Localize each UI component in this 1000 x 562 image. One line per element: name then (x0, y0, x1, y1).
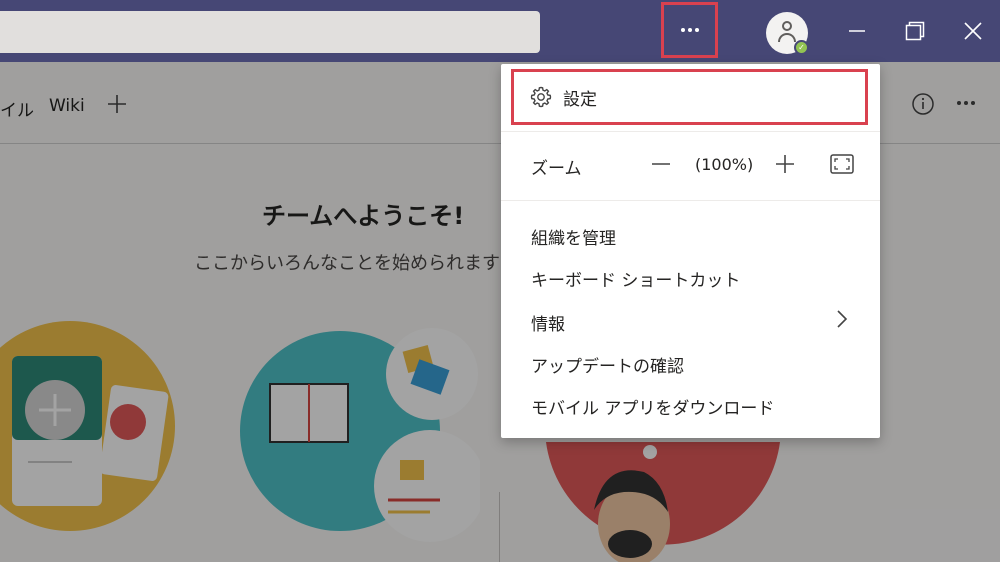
settings-label: 設定 (563, 89, 597, 110)
menu-item-manage-org[interactable]: 組織を管理 (531, 224, 616, 249)
restore-button[interactable] (898, 14, 932, 48)
menu-item-about[interactable]: 情報 (531, 310, 565, 335)
title-bar: ✓ (0, 0, 1000, 62)
fit-to-screen-icon[interactable] (829, 152, 855, 176)
zoom-level: (100%) (695, 155, 754, 174)
more-options-button[interactable] (661, 2, 718, 58)
gear-icon (530, 86, 552, 108)
minimize-icon (849, 30, 865, 32)
menu-item-check-updates[interactable]: アップデートの確認 (531, 352, 684, 377)
search-input[interactable] (0, 11, 540, 53)
close-icon (964, 22, 982, 40)
close-button[interactable] (956, 14, 990, 48)
menu-divider (501, 131, 880, 132)
chevron-right-icon (837, 310, 848, 328)
restore-icon (905, 21, 925, 41)
more-horizontal-icon (680, 28, 699, 32)
zoom-in-button[interactable] (773, 152, 797, 176)
minimize-button[interactable] (840, 14, 874, 48)
more-options-menu: 設定 ズーム (100%) 組織を管理 キーボード ショートカット 情報 アップ… (501, 64, 880, 438)
zoom-row: ズーム (100%) (501, 146, 880, 182)
avatar[interactable]: ✓ (766, 12, 809, 55)
menu-item-settings[interactable]: 設定 (511, 69, 868, 125)
zoom-out-button[interactable] (649, 152, 673, 176)
menu-divider (501, 200, 880, 201)
menu-item-download-mobile-app[interactable]: モバイル アプリをダウンロード (531, 394, 774, 419)
zoom-label: ズーム (531, 159, 582, 179)
status-available-icon: ✓ (794, 40, 809, 55)
menu-item-keyboard-shortcuts[interactable]: キーボード ショートカット (531, 266, 740, 291)
